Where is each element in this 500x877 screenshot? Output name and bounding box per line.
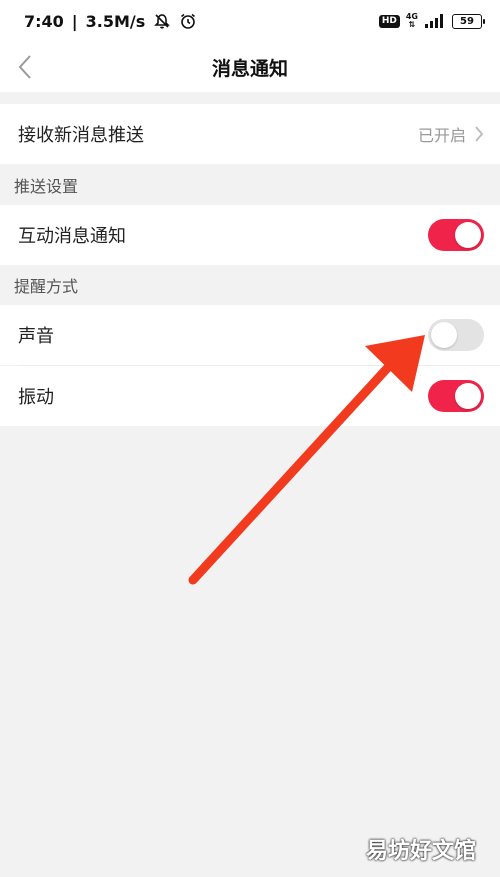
- receive-push-label: 接收新消息推送: [18, 125, 144, 146]
- status-speed: 3.5M/s: [85, 11, 146, 31]
- reminder-header: 提醒方式: [0, 265, 500, 305]
- alarm-icon: [181, 13, 196, 29]
- sound-toggle[interactable]: [428, 319, 484, 351]
- watermark: 易坊好文馆: [365, 839, 476, 864]
- battery-level: 59: [460, 15, 474, 27]
- sound-label: 声音: [18, 326, 54, 347]
- toggle-knob: [455, 222, 481, 248]
- receive-push-row[interactable]: 接收新消息推送 已开启: [0, 104, 500, 164]
- network-arrows-icon: ⇅: [408, 20, 416, 29]
- status-left: 7:40 | 3.5M/s: [24, 12, 197, 31]
- interaction-notify-toggle[interactable]: [428, 219, 484, 251]
- chevron-right-icon: [475, 126, 484, 142]
- network-type: 4G ⇅: [406, 13, 418, 29]
- nav-bar: 消息通知: [0, 42, 500, 92]
- hd-badge: HD: [378, 14, 400, 28]
- battery-icon: 59: [452, 13, 485, 29]
- receive-push-right: 已开启: [418, 122, 484, 146]
- status-bar: 7:40 | 3.5M/s HD 4G ⇅ 59: [0, 0, 500, 42]
- vibrate-row: 振动: [0, 366, 500, 426]
- mute-icon: [154, 14, 171, 29]
- interaction-notify-row: 互动消息通知: [0, 205, 500, 265]
- status-separator: |: [71, 11, 78, 31]
- back-button[interactable]: [8, 50, 42, 84]
- status-right: HD 4G ⇅ 59: [378, 13, 485, 29]
- page-title: 消息通知: [211, 57, 288, 80]
- chevron-left-icon: [18, 55, 31, 79]
- toggle-knob: [431, 322, 457, 348]
- interaction-notify-label: 互动消息通知: [18, 226, 126, 247]
- sound-row: 声音: [0, 305, 500, 365]
- top-area: 7:40 | 3.5M/s HD 4G ⇅ 59 消息通知: [0, 0, 500, 92]
- push-settings-header: 推送设置: [0, 165, 500, 205]
- receive-push-status: 已开启: [417, 126, 466, 145]
- vibrate-label: 振动: [18, 387, 54, 408]
- toggle-knob: [455, 383, 481, 409]
- vibrate-toggle[interactable]: [428, 380, 484, 412]
- signal-icon: [425, 14, 443, 28]
- status-time: 7:40: [24, 11, 64, 31]
